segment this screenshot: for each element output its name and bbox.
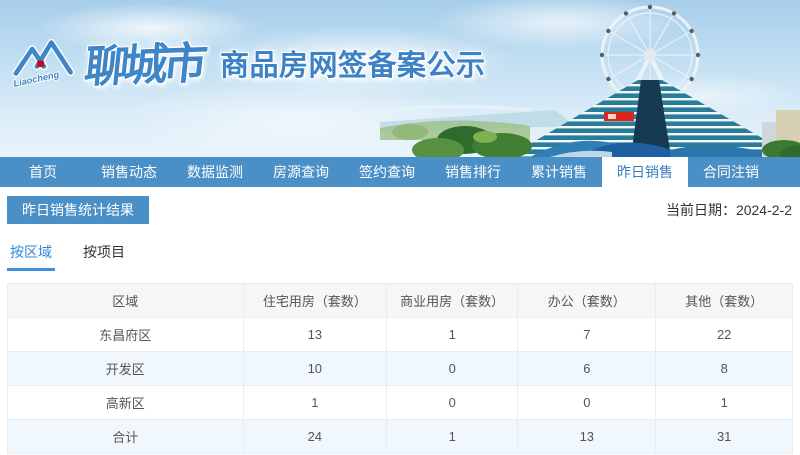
nav-item-contract-query[interactable]: 签约查询 xyxy=(344,157,430,187)
cell-value: 24 xyxy=(242,419,388,454)
content-area: 昨日销售统计结果 当前日期：2024-2-2 按区域 按项目 区域 住宅用房（套… xyxy=(0,187,800,454)
cell-value: 1 xyxy=(242,385,388,420)
table-row: 高新区 1 0 0 1 xyxy=(7,385,793,420)
cell-region: 开发区 xyxy=(7,351,244,386)
nav-item-contract-cancellation[interactable]: 合同注销 xyxy=(688,157,774,187)
city-name: 聊城市 xyxy=(82,39,205,93)
cell-value: 1 xyxy=(386,419,519,454)
col-header-office: 办公（套数） xyxy=(517,283,657,318)
view-tabs: 按区域 按项目 xyxy=(7,242,800,271)
nav-item-listing-query[interactable]: 房源查询 xyxy=(258,157,344,187)
col-header-commercial: 商业用房（套数） xyxy=(386,283,519,318)
site-banner: Liaocheng 聊城市 商品房网签备案公示 xyxy=(0,0,800,157)
cell-value: 8 xyxy=(655,351,793,386)
cell-region: 东昌府区 xyxy=(7,317,244,352)
cell-value: 22 xyxy=(655,317,793,352)
cell-value: 13 xyxy=(242,317,388,352)
table-row: 开发区 10 0 6 8 xyxy=(7,351,793,386)
page: Liaocheng 聊城市 商品房网签备案公示 首页 销售动态 数据监测 房源查… xyxy=(0,0,800,455)
col-header-residential: 住宅用房（套数） xyxy=(242,283,388,318)
site-title: 商品房网签备案公示 xyxy=(220,50,486,82)
cell-value: 1 xyxy=(386,317,519,352)
cell-value: 31 xyxy=(655,419,793,454)
tab-by-region[interactable]: 按区域 xyxy=(7,242,55,271)
cell-region: 合计 xyxy=(7,419,244,454)
cell-value: 1 xyxy=(655,385,793,420)
cell-value: 10 xyxy=(242,351,388,386)
table-row-total: 合计 24 1 13 31 xyxy=(7,419,793,454)
cell-value: 0 xyxy=(517,385,657,420)
current-date-label: 当前日期：2024-2-2 xyxy=(665,202,792,218)
nav-item-sales-dynamics[interactable]: 销售动态 xyxy=(86,157,172,187)
cell-value: 0 xyxy=(386,351,519,386)
cell-value: 0 xyxy=(386,385,519,420)
col-header-other: 其他（套数） xyxy=(655,283,793,318)
nav-item-cumulative-sales[interactable]: 累计销售 xyxy=(516,157,602,187)
city-logo-icon: Liaocheng xyxy=(13,38,75,90)
sales-stats-table: 区域 住宅用房（套数） 商业用房（套数） 办公（套数） 其他（套数） 东昌府区 … xyxy=(7,283,793,454)
section-title-badge: 昨日销售统计结果 xyxy=(7,196,149,224)
table-row: 东昌府区 13 1 7 22 xyxy=(7,317,793,352)
cell-region: 高新区 xyxy=(7,385,244,420)
table-header-row: 区域 住宅用房（套数） 商业用房（套数） 办公（套数） 其他（套数） xyxy=(7,283,793,318)
cell-value: 7 xyxy=(517,317,657,352)
brand: Liaocheng 聊城市 商品房网签备案公示 xyxy=(13,34,486,98)
tab-by-project[interactable]: 按项目 xyxy=(80,242,128,271)
nav-item-sales-ranking[interactable]: 销售排行 xyxy=(430,157,516,187)
nav-item-data-monitoring[interactable]: 数据监测 xyxy=(172,157,258,187)
main-nav: 首页 销售动态 数据监测 房源查询 签约查询 销售排行 累计销售 昨日销售 合同… xyxy=(0,155,800,187)
nav-item-yesterday-sales[interactable]: 昨日销售 xyxy=(602,155,688,187)
cell-value: 13 xyxy=(517,419,657,454)
col-header-region: 区域 xyxy=(7,283,244,318)
cell-value: 6 xyxy=(517,351,657,386)
nav-item-home[interactable]: 首页 xyxy=(0,157,86,187)
